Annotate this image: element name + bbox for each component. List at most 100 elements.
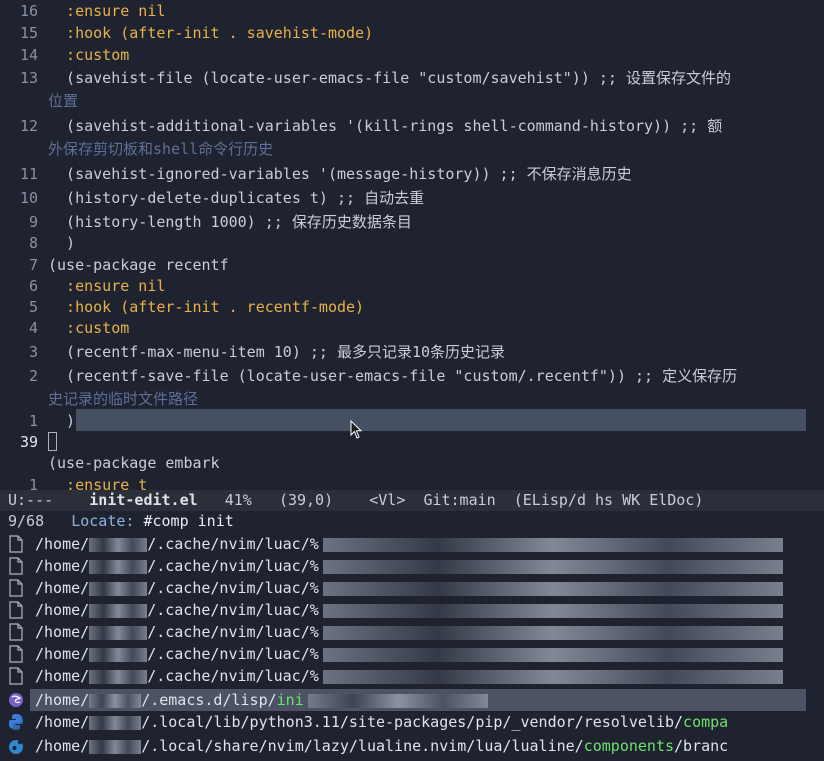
path-prefix: /home/ [35,691,90,709]
modeline-position: (39,0) [278,491,334,509]
path-body: /.cache/nvim/luac/% [147,557,319,575]
modeline-buffer[interactable]: init-edit.el [89,491,197,509]
code-text: (savehist-file (locate-user-emacs-file "… [48,69,731,87]
redacted-username [89,559,148,574]
code-text: :hook (after-init . recentf-mode) [48,298,365,316]
code-line[interactable]: 10 (history-delete-duplicates t) ;; 自动去重 [0,187,424,209]
code-text: (use-package embark [48,454,220,472]
path-prefix: /home/ [35,601,90,619]
editor-pane[interactable]: 16 :ensure nil 15 :hook (after-init . sa… [0,0,824,494]
line-number: 16 [19,2,38,20]
match-highlight: compa [683,713,729,731]
redacted-filename [322,625,783,640]
redacted-username [89,537,148,552]
path-prefix: /home/ [35,535,90,553]
path-body: /.local/share/nvim/lazy/lualine.nvim/lua… [141,737,584,755]
line-number: 4 [28,319,38,337]
minibuffer-input[interactable]: #comp init [143,512,233,530]
code-line[interactable]: 11 (savehist-ignored-variables '(message… [0,163,632,185]
path-body: /.cache/nvim/luac/% [147,601,319,619]
modeline-modes[interactable]: (ELisp/d hs WK ElDoc) [514,491,704,509]
code-line[interactable]: 1 ) [0,410,75,432]
code-text: (savehist-additional-variables '(kill-ri… [48,117,723,135]
python-icon [8,713,24,731]
code-line[interactable]: 7 (use-package recentf [0,254,229,276]
line-number: 6 [28,277,38,295]
code-text: 史记录的临时文件路径 [48,390,199,408]
code-line[interactable]: (use-package embark [48,452,220,474]
modeline-mode1: <Vl> [369,491,406,509]
code-line[interactable]: 4 :custom [0,317,129,339]
redacted-filename [322,647,783,662]
code-line[interactable]: 15 :hook (after-init . savehist-mode) [0,22,373,44]
redacted-username [89,647,148,662]
text-cursor [48,432,57,451]
path-prefix: /home/ [35,667,90,685]
candidate-path: /home/ /.local/lib/python3.11/site-packag… [35,711,728,733]
line-number: 14 [19,46,38,64]
line-number: 2 [28,367,38,385]
code-text: 外保存剪切板和shell命令行历史 [48,140,274,158]
code-line[interactable]: 8 ) [0,232,75,254]
line-number: 1 [28,412,38,430]
mode-line[interactable]: U:--- init-edit.el 41% (39,0) <Vl> Git:m… [0,490,824,511]
code-text: (history-delete-duplicates t) ;; 自动去重 [48,189,425,207]
wrapped-line[interactable]: 史记录的临时文件路径 [48,388,198,410]
code-line[interactable]: 16 :ensure nil [0,0,165,22]
redacted-filename [322,559,783,574]
candidate-path: /home/ /.local/share/nvim/lazy/lualine.nv… [35,735,728,757]
current-line-highlight [76,409,806,431]
redacted-filename [322,537,783,552]
prompt-label: Locate: [71,512,135,530]
redacted-username [89,739,142,754]
code-line[interactable]: 39 [0,431,48,453]
line-number: 5 [28,298,38,316]
emacs-icon [8,691,24,709]
code-line[interactable]: 5 :hook (after-init . recentf-mode) [0,296,364,318]
code-line[interactable]: 2 (recentf-save-file (locate-user-emacs-… [0,365,737,387]
code-line[interactable]: 12 (savehist-additional-variables '(kill… [0,115,722,137]
candidate-path: /home/ /.cache/nvim/luac/% [35,621,783,643]
file-icon [8,579,24,597]
match-count: 9/68 [8,512,45,530]
file-icon [8,645,24,663]
candidate-path: /home/ /.cache/nvim/luac/% [35,643,783,665]
code-text: ) [48,234,76,252]
code-text: 位置 [48,92,79,110]
match-highlight: ini [276,691,304,709]
candidate-path: /home/ /.cache/nvim/luac/% [35,533,783,555]
modeline-vc[interactable]: Git:main [423,491,495,509]
code-line[interactable]: 6 :ensure nil [0,275,165,297]
path-prefix: /home/ [35,645,90,663]
file-icon [8,601,24,619]
redacted-filename [322,603,783,618]
code-line[interactable]: 14 :custom [0,44,129,66]
code-text: :hook (after-init . savehist-mode) [48,24,374,42]
line-number: 12 [19,117,38,135]
lua-icon [8,737,24,755]
code-line[interactable]: 9 (history-length 1000) ;; 保存历史数据条目 [0,211,412,233]
file-icon [8,667,24,685]
code-line[interactable]: 3 (recentf-max-menu-item 10) ;; 最多只记录10条… [0,341,505,363]
mouse-pointer-icon [350,420,363,439]
file-icon [8,557,24,575]
match-highlight: components [583,737,675,755]
path-tail: /branc [674,737,729,755]
code-text: :custom [48,46,130,64]
modeline-percent: 41% [224,491,252,509]
candidate-path: /home/ /.emacs.d/lisp/ini [35,689,488,711]
candidate-path: /home/ /.cache/nvim/luac/% [35,665,783,687]
path-prefix: /home/ [35,557,90,575]
path-prefix: /home/ [35,713,90,731]
minibuffer-prompt[interactable]: 9/68 Locate: #comp init [8,511,234,531]
code-text: (use-package recentf [48,256,229,274]
wrapped-line[interactable]: 位置 [48,90,78,112]
code-text: (recentf-save-file (locate-user-emacs-fi… [48,367,738,385]
line-number: 39 [19,433,38,451]
path-body: /.cache/nvim/luac/% [147,645,319,663]
path-body: /.cache/nvim/luac/% [147,667,319,685]
line-number: 10 [19,189,38,207]
candidate-path: /home/ /.cache/nvim/luac/% [35,577,783,599]
code-line[interactable]: 13 (savehist-file (locate-user-emacs-fil… [0,67,731,89]
wrapped-line[interactable]: 外保存剪切板和shell命令行历史 [48,138,273,160]
